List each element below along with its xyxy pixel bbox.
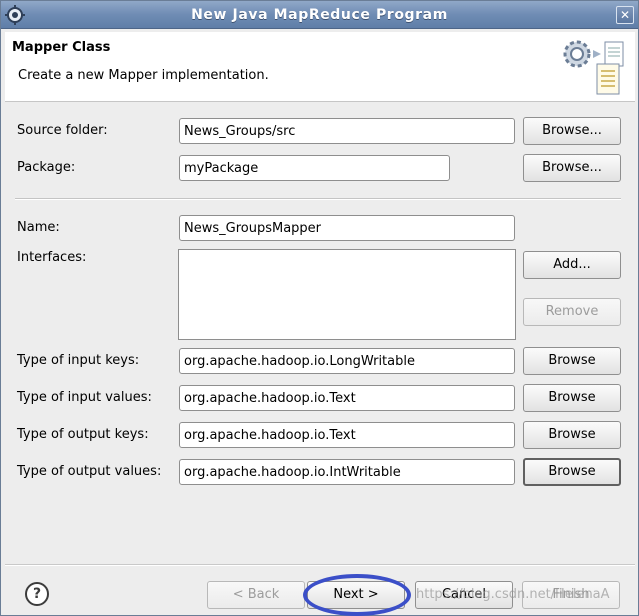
footer-separator [5, 564, 635, 566]
input-values-input[interactable] [179, 385, 515, 411]
source-folder-input[interactable] [179, 118, 515, 144]
input-keys-label: Type of input keys: [17, 353, 140, 368]
source-folder-label: Source folder: [17, 123, 108, 138]
interfaces-label: Interfaces: [17, 250, 87, 265]
window-title: New Java MapReduce Program [191, 7, 448, 23]
output-values-input[interactable] [179, 459, 515, 485]
output-keys-input[interactable] [179, 422, 515, 448]
page-description: Create a new Mapper implementation. [18, 68, 269, 83]
wizard-header: Mapper Class Create a new Mapper impleme… [5, 32, 635, 102]
watermark: https://blog.csdn.net/HelenaA [416, 587, 610, 602]
output-values-label: Type of output values: [17, 464, 162, 479]
separator [15, 198, 621, 200]
back-button[interactable]: < Back [207, 581, 305, 609]
input-values-label: Type of input values: [17, 390, 152, 405]
dialog-window: New Java MapReduce Program ✕ Mapper Clas… [0, 0, 639, 616]
name-label: Name: [17, 220, 60, 235]
interfaces-list[interactable] [178, 249, 516, 340]
source-folder-browse-button[interactable]: Browse... [523, 117, 621, 145]
package-browse-button[interactable]: Browse... [523, 154, 621, 182]
page-title: Mapper Class [12, 40, 111, 55]
next-button-highlight [303, 574, 411, 616]
input-values-browse-button[interactable]: Browse [523, 384, 621, 412]
title-bar[interactable]: New Java MapReduce Program ✕ [1, 1, 638, 29]
package-label: Package: [17, 160, 76, 175]
input-keys-browse-button[interactable]: Browse [523, 347, 621, 375]
close-icon[interactable]: ✕ [616, 6, 634, 24]
input-keys-input[interactable] [179, 348, 515, 374]
help-icon[interactable]: ? [25, 582, 49, 606]
name-input[interactable] [179, 215, 515, 241]
package-input[interactable] [179, 155, 450, 181]
gear-documents-icon [563, 40, 624, 95]
remove-interface-button[interactable]: Remove [523, 298, 621, 326]
output-keys-browse-button[interactable]: Browse [523, 421, 621, 449]
output-values-browse-button[interactable]: Browse [523, 458, 621, 486]
add-interface-button[interactable]: Add... [523, 251, 621, 279]
output-keys-label: Type of output keys: [17, 427, 149, 442]
